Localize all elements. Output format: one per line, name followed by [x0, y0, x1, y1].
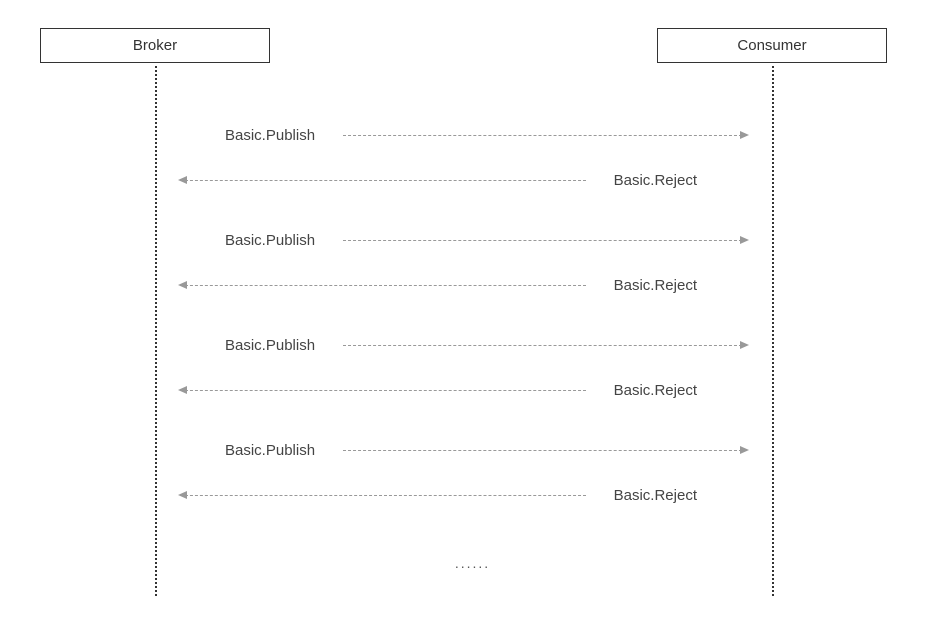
- message-label-publish: Basic.Publish: [225, 232, 315, 249]
- participant-consumer: Consumer: [657, 28, 887, 63]
- lifeline-broker: [155, 66, 157, 596]
- participant-broker: Broker: [40, 28, 270, 63]
- message-label-publish: Basic.Publish: [225, 337, 315, 354]
- arrow-left-icon: [180, 285, 586, 286]
- message-row: Basic.Reject: [155, 275, 772, 295]
- arrow-left-icon: [180, 390, 586, 391]
- message-label-reject: Basic.Reject: [614, 382, 697, 399]
- sequence-diagram: Broker Consumer Basic.Publish Basic.Rejec…: [0, 0, 945, 617]
- message-row: Basic.Reject: [155, 380, 772, 400]
- message-label-publish: Basic.Publish: [225, 127, 315, 144]
- arrow-right-icon: [343, 345, 747, 346]
- message-label-reject: Basic.Reject: [614, 277, 697, 294]
- participant-broker-label: Broker: [133, 37, 177, 54]
- ellipsis-text: ......: [455, 555, 490, 571]
- message-row: Basic.Publish: [155, 440, 772, 460]
- arrow-left-icon: [180, 180, 586, 181]
- message-label-publish: Basic.Publish: [225, 442, 315, 459]
- message-row: Basic.Publish: [155, 230, 772, 250]
- arrow-left-icon: [180, 495, 586, 496]
- message-row: Basic.Publish: [155, 335, 772, 355]
- message-row: Basic.Publish: [155, 125, 772, 145]
- arrow-right-icon: [343, 240, 747, 241]
- message-label-reject: Basic.Reject: [614, 487, 697, 504]
- message-row: Basic.Reject: [155, 485, 772, 505]
- participant-consumer-label: Consumer: [737, 37, 806, 54]
- lifeline-consumer: [772, 66, 774, 596]
- message-label-reject: Basic.Reject: [614, 172, 697, 189]
- arrow-right-icon: [343, 450, 747, 451]
- arrow-right-icon: [343, 135, 747, 136]
- message-row: Basic.Reject: [155, 170, 772, 190]
